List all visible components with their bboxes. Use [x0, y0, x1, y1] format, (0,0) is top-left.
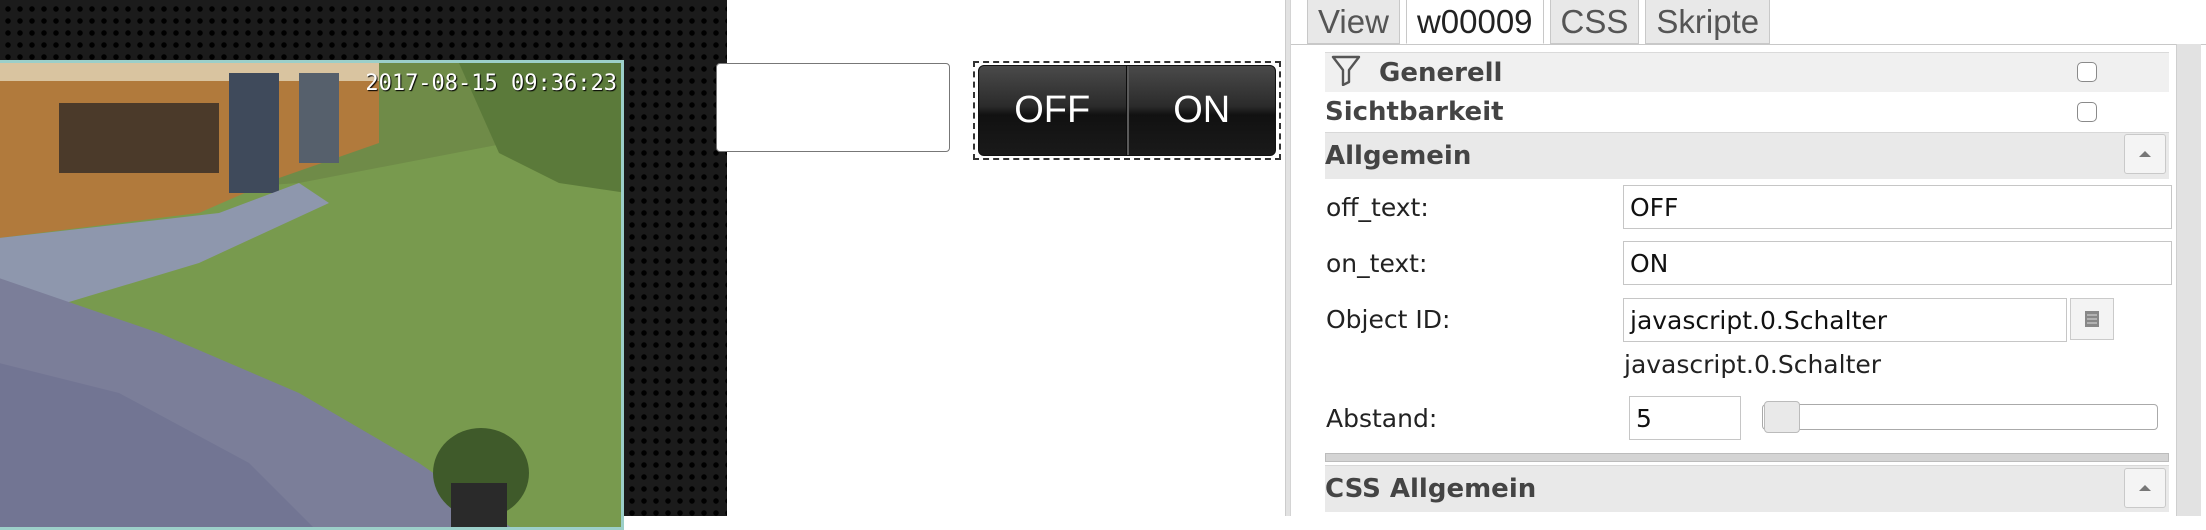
generell-checkbox[interactable] [2077, 62, 2097, 82]
sichtbarkeit-checkbox[interactable] [2077, 102, 2097, 122]
group-title-allgemein: Allgemein [1325, 141, 1472, 171]
list-icon [2085, 311, 2099, 327]
abstand-slider[interactable] [1762, 404, 2158, 430]
on-off-switch-widget[interactable]: OFF ON [978, 65, 1276, 156]
group-separator [1325, 453, 2169, 462]
off-text-label: off_text: [1326, 193, 1429, 222]
group-header-css-allgemein[interactable]: CSS Allgemein [1325, 465, 2169, 512]
group-header-sichtbarkeit[interactable]: Sichtbarkeit [1325, 92, 2169, 132]
camera-timestamp: 2017-08-15 09:36:23 [365, 71, 617, 96]
filter-icon[interactable] [1331, 54, 1365, 93]
panel-scrollbar[interactable] [2176, 44, 2201, 516]
empty-widget-box[interactable] [716, 63, 950, 152]
abstand-label: Abstand: [1326, 404, 1438, 433]
group-header-allgemein[interactable]: Allgemein [1325, 132, 2169, 179]
group-header-generell[interactable]: Generell [1325, 52, 2169, 93]
abstand-input[interactable]: 5 [1629, 396, 1741, 440]
off-button[interactable]: OFF [979, 66, 1126, 155]
object-id-select-button[interactable] [2070, 298, 2114, 340]
object-id-hint: javascript.0.Schalter [1624, 350, 1882, 379]
on-text-input[interactable]: ON [1623, 241, 2172, 285]
group-title-generell: Generell [1379, 58, 1503, 88]
camera-image-widget[interactable]: 2017-08-15 09:36:23 [0, 60, 624, 530]
triangle-up-icon [2139, 485, 2151, 491]
off-text-input[interactable]: OFF [1623, 185, 2172, 229]
group-title-css-allgemein: CSS Allgemein [1325, 474, 1537, 504]
triangle-up-icon [2139, 151, 2151, 157]
allgemein-collapse-button[interactable] [2124, 134, 2166, 174]
camera-scene [0, 63, 621, 527]
on-text-label: on_text: [1326, 249, 1428, 278]
abstand-slider-handle[interactable] [1764, 401, 1800, 433]
css-allgemein-collapse-button[interactable] [2124, 468, 2166, 508]
on-button[interactable]: ON [1129, 66, 1276, 155]
object-id-label: Object ID: [1326, 305, 1451, 334]
group-title-sichtbarkeit: Sichtbarkeit [1325, 97, 1504, 127]
object-id-input[interactable]: javascript.0.Schalter [1623, 298, 2067, 342]
